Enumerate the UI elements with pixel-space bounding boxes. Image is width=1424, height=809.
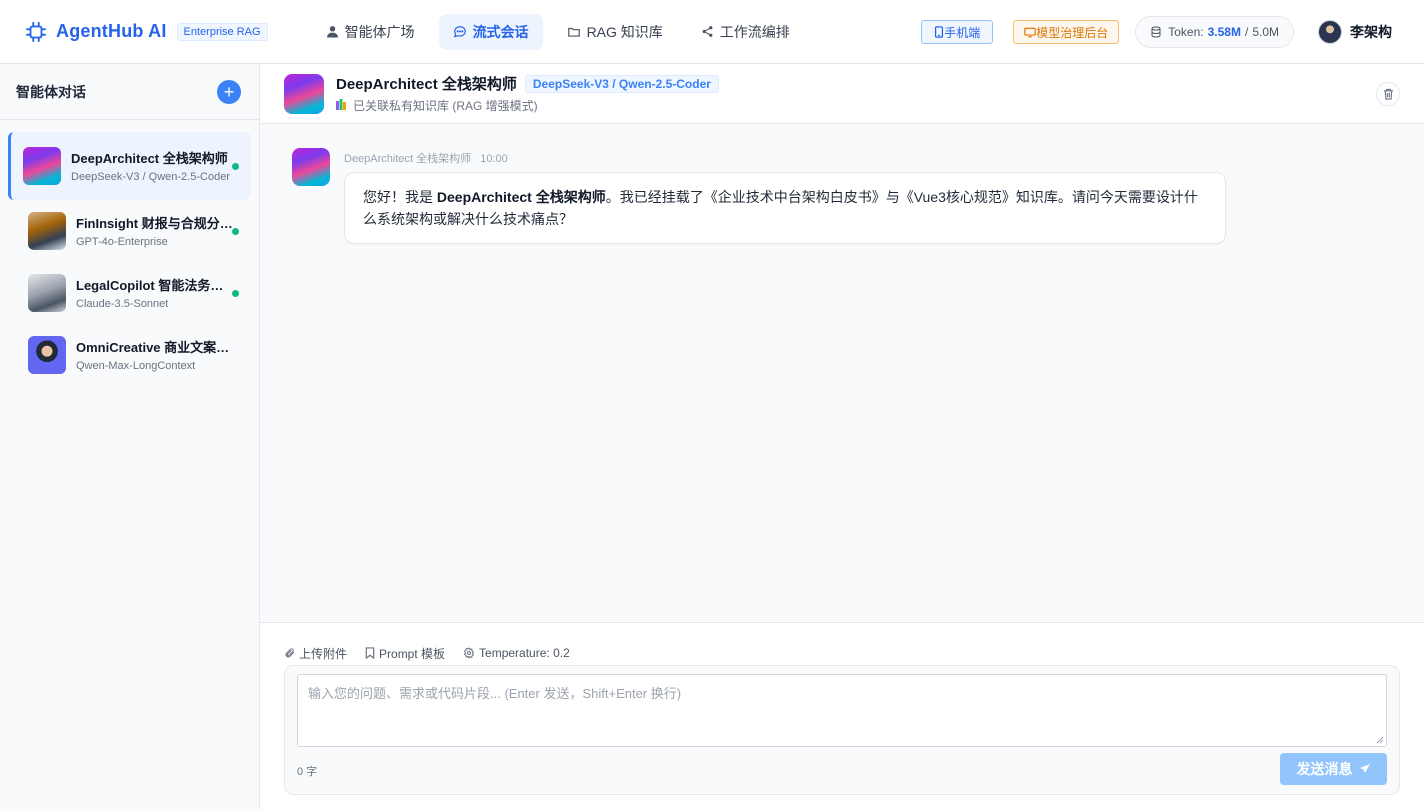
kb-status: 已关联私有知识库 (RAG 增强模式)	[353, 99, 538, 113]
paper-plane-icon	[1359, 764, 1370, 773]
tool-label: 上传附件	[299, 646, 348, 661]
agent-list: DeepArchitect 全栈架构师 DeepSeek-V3 / Qwen-2…	[0, 120, 259, 386]
token-separator: /	[1244, 25, 1249, 39]
phone-icon	[935, 26, 944, 38]
message-row: DeepArchitect 全栈架构师 10:00 您好！我是 DeepArch…	[292, 148, 1424, 244]
nav-label: 流式会话	[472, 23, 529, 40]
sidebar-title: 智能体对话	[16, 83, 86, 100]
books-icon	[336, 98, 348, 113]
char-counter: 0 字	[297, 766, 318, 778]
composer-toolbar: 上传附件 Prompt 模板 Temperature: 0.2	[260, 623, 1424, 665]
online-status-dot	[232, 290, 239, 297]
brand[interactable]: AgentHub AI Enterprise RAG	[24, 20, 268, 44]
trash-icon	[1383, 88, 1393, 100]
agent-avatar	[23, 147, 61, 185]
add-agent-button[interactable]: +	[217, 79, 241, 104]
bookmark-icon	[365, 647, 375, 659]
input-placeholder: 输入您的问题、需求或代码片段... (Enter 发送，Shift+Enter …	[308, 686, 682, 701]
header-actions: 手机端 模型治理后台 Token: 3.58M / 5.0M 李架构	[921, 0, 1392, 64]
agent-avatar	[28, 212, 66, 250]
agent-model: Claude-3.5-Sonnet	[76, 298, 169, 310]
message-bubble: 您好！我是 DeepArchitect 全栈架构师。我已经挂载了《企业技术中台架…	[344, 172, 1226, 244]
model-admin-button[interactable]: 模型治理后台	[1013, 20, 1120, 44]
nav-item-stream-chat[interactable]: 流式会话	[438, 13, 543, 50]
gear-icon	[463, 647, 475, 659]
agent-avatar	[284, 73, 324, 114]
nav-label: 工作流编排	[719, 23, 790, 40]
clear-chat-button[interactable]	[1376, 82, 1400, 106]
mobile-button[interactable]: 手机端	[921, 20, 994, 44]
nav-label: 智能体广场	[344, 23, 415, 40]
user-name: 李架构	[1350, 24, 1392, 40]
tool-label: Temperature: 0.2	[479, 646, 570, 660]
model-tag: DeepSeek-V3 / Qwen-2.5-Coder	[524, 74, 719, 93]
agent-model: Qwen-Max-LongContext	[76, 360, 196, 372]
token-total: 5.0M	[1252, 25, 1279, 39]
user-menu[interactable]: 李架构	[1318, 20, 1392, 44]
message-bold-text: DeepArchitect 全栈架构师	[436, 189, 606, 205]
agent-sidebar: 智能体对话 + DeepArchitect 全栈架构师 DeepSeek-V3 …	[0, 64, 260, 809]
send-button[interactable]: 发送消息	[1280, 753, 1387, 785]
monitor-icon	[1024, 27, 1036, 37]
top-bar: AgentHub AI Enterprise RAG 智能体广场 流式会话 RA…	[0, 0, 1424, 64]
message-time: 10:00	[480, 153, 508, 165]
agent-avatar	[28, 274, 66, 312]
user-icon	[326, 26, 338, 38]
nav-label: RAG 知识库	[586, 23, 663, 40]
nav-item-agent-plaza[interactable]: 智能体广场	[312, 14, 429, 50]
list-item[interactable]: LegalCopilot 智能法务顾问 Claude-3.5-Sonnet	[8, 262, 251, 324]
agent-model: DeepSeek-V3 / Qwen-2.5-Coder	[71, 171, 230, 183]
brand-name: AgentHub AI	[56, 21, 167, 41]
token-usage: Token: 3.58M / 5.0M	[1135, 16, 1294, 48]
token-used: 3.58M	[1207, 25, 1241, 39]
model-admin-label: 模型治理后台	[1036, 25, 1109, 40]
main-nav: 智能体广场 流式会话 RAG 知识库 工作流编排	[312, 13, 814, 50]
send-label: 发送消息	[1296, 761, 1353, 777]
sidebar-header: 智能体对话 +	[0, 64, 259, 120]
list-item[interactable]: DeepArchitect 全栈架构师 DeepSeek-V3 / Qwen-2…	[8, 132, 251, 200]
agent-name: OmniCreative 商业文案与创意	[76, 340, 236, 355]
avatar	[1318, 20, 1342, 44]
composer: 上传附件 Prompt 模板 Temperature: 0.2 输入您的问题、需…	[260, 622, 1424, 809]
online-status-dot	[232, 228, 239, 235]
share-nodes-icon	[702, 26, 713, 37]
agent-avatar	[28, 336, 66, 374]
list-item[interactable]: FinInsight 财报与合规分析师 GPT-4o-Enterprise	[8, 200, 251, 262]
chat-agent-name: DeepArchitect 全栈架构师	[336, 76, 517, 93]
folder-icon	[567, 27, 580, 37]
list-item[interactable]: OmniCreative 商业文案与创意 Qwen-Max-LongContex…	[8, 324, 251, 386]
chat-panel: DeepArchitect 全栈架构师 DeepSeek-V3 / Qwen-2…	[260, 64, 1424, 809]
input-area: 输入您的问题、需求或代码片段... (Enter 发送，Shift+Enter …	[284, 665, 1400, 795]
nav-item-workflow[interactable]: 工作流编排	[687, 14, 804, 50]
tool-label: Prompt 模板	[379, 646, 446, 661]
online-status-dot	[232, 163, 239, 170]
resize-handle-icon[interactable]	[1376, 736, 1384, 744]
prompt-template-button[interactable]: Prompt 模板	[365, 645, 445, 662]
mobile-label: 手机端	[944, 25, 981, 40]
agent-name: DeepArchitect 全栈架构师	[71, 151, 228, 166]
upload-attachment-button[interactable]: 上传附件	[284, 645, 347, 662]
chat-header: DeepArchitect 全栈架构师 DeepSeek-V3 / Qwen-2…	[260, 64, 1424, 124]
message-input[interactable]: 输入您的问题、需求或代码片段... (Enter 发送，Shift+Enter …	[297, 674, 1387, 747]
paperclip-icon	[285, 648, 295, 658]
token-label: Token:	[1168, 25, 1204, 39]
nav-item-rag-kb[interactable]: RAG 知识库	[553, 14, 677, 50]
plus-icon: +	[223, 81, 235, 102]
message-list: DeepArchitect 全栈架构师 10:00 您好！我是 DeepArch…	[260, 124, 1424, 622]
temperature-button[interactable]: Temperature: 0.2	[463, 646, 570, 660]
cpu-icon	[24, 20, 48, 44]
agent-avatar	[292, 148, 330, 186]
brand-badge: Enterprise RAG	[176, 22, 268, 41]
database-icon	[1151, 26, 1161, 38]
message-text: 您好！我是	[363, 189, 437, 205]
chat-bubble-icon	[453, 25, 466, 38]
agent-model: GPT-4o-Enterprise	[76, 236, 168, 248]
message-sender: DeepArchitect 全栈架构师	[344, 153, 472, 165]
agent-name: FinInsight 财报与合规分析师	[76, 216, 236, 231]
agent-name: LegalCopilot 智能法务顾问	[76, 278, 236, 293]
